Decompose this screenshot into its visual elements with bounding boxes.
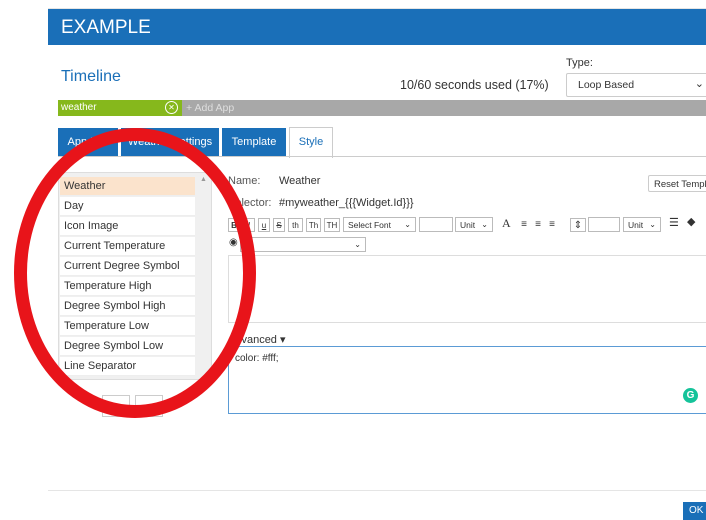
tab-weather-settings[interactable]: Weather Settings [121,128,219,156]
list-item[interactable]: Current Degree Symbol [60,257,195,276]
remove-app-icon[interactable]: ✕ [165,101,178,114]
list-action-button[interactable] [102,395,130,417]
font-select-value: Select Font [348,220,391,230]
font-size-input[interactable] [419,217,453,232]
line-height-unit-value: Unit [628,220,644,230]
advanced-css-textarea[interactable]: color: #fff; [228,346,706,414]
chevron-down-icon: ⌄ [649,220,656,229]
advanced-toggle[interactable]: Advanced ▾ [228,333,286,346]
align-left-icon[interactable]: ≡ [518,218,530,232]
font-select[interactable]: Select Font ⌄ [343,217,416,232]
uppercase-button[interactable]: TH [324,218,340,232]
visibility-icon[interactable]: ◉ [229,237,238,248]
chevron-down-icon: ⌄ [404,220,411,229]
list-item[interactable]: Day [60,197,195,216]
bold-button[interactable]: B [228,218,240,232]
reset-template-button[interactable]: Reset Template [648,175,706,192]
footer-divider [48,490,706,491]
type-select-value: Loop Based [578,79,635,91]
visibility-select[interactable]: ⌄ [240,237,366,252]
capitalize-button[interactable]: Th [306,218,321,232]
align-center-icon[interactable]: ≡ [532,218,544,232]
app-pill-weather[interactable]: weather ✕ [58,100,182,116]
name-label: Name: [228,175,261,187]
font-unit-select[interactable]: Unit ⌄ [455,217,493,232]
line-height-unit-select[interactable]: Unit ⌄ [623,217,661,232]
underline-button[interactable]: u [258,218,270,232]
lowercase-button[interactable]: th [288,218,303,232]
chevron-down-icon: ⌄ [481,220,488,229]
ok-button[interactable]: OK [683,502,706,520]
tab-template[interactable]: Template [222,128,286,156]
tab-app-info[interactable]: App Info [58,128,118,156]
scroll-up-icon[interactable]: ▲ [200,176,207,183]
tab-divider [58,156,706,157]
align-right-icon[interactable]: ≡ [546,218,558,232]
name-value: Weather [279,175,321,187]
style-preview-area[interactable] [228,255,706,323]
font-unit-value: Unit [460,220,476,230]
line-height-input[interactable] [588,217,620,232]
type-select[interactable]: Loop Based ⌄ [566,73,706,97]
chevron-down-icon: ⌄ [354,240,361,249]
timeline-title: Timeline [61,68,121,85]
grammarly-icon[interactable]: G [683,388,698,403]
list-item[interactable]: Weather [60,177,195,196]
app-name: weather [61,102,97,113]
list-item[interactable]: Current Temperature [60,237,195,256]
font-color-icon[interactable]: A [502,216,511,231]
list-action-button[interactable] [135,395,163,417]
selector-label: Selector: [228,197,272,209]
list-item[interactable]: Line Separator [60,357,195,376]
selector-value: #myweather_{{{Widget.Id}}} [279,197,414,209]
chevron-down-icon: ⌄ [694,78,704,90]
style-element-list: Weather Day Icon Image Current Temperatu… [58,172,212,380]
tab-style[interactable]: Style [289,127,333,158]
italic-button[interactable]: I [243,218,255,232]
type-label: Type: [566,57,593,69]
strikethrough-button[interactable]: S [273,218,285,232]
css-code: color: #fff; [235,353,279,364]
text-wrap-icon[interactable]: ☰ [669,216,679,229]
list-item[interactable]: Degree Symbol Low [60,337,195,356]
list-item[interactable]: Temperature Low [60,317,195,336]
seconds-usage: 10/60 seconds used (17%) [400,78,549,92]
add-app-button[interactable]: + Add App [186,102,234,114]
page-title: EXAMPLE [61,17,151,38]
page-header: EXAMPLE [48,9,706,45]
list-item[interactable]: Icon Image [60,217,195,236]
paint-bucket-icon[interactable]: ◆ [687,215,695,228]
list-item[interactable]: Degree Symbol High [60,297,195,316]
line-height-icon[interactable]: ⇕ [570,218,586,232]
list-item[interactable]: Temperature High [60,277,195,296]
